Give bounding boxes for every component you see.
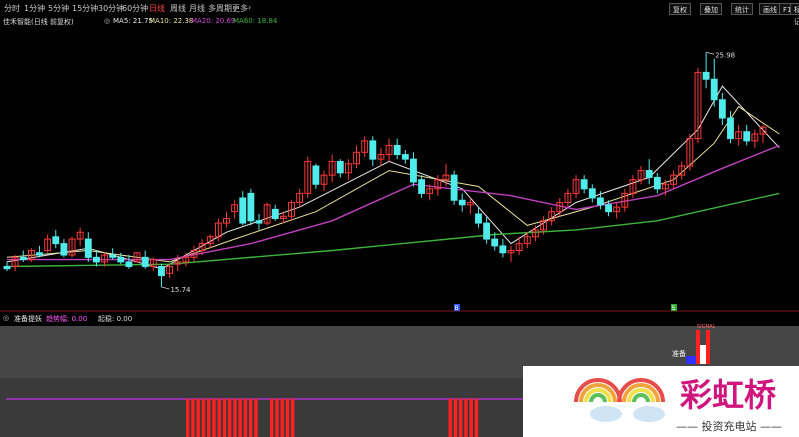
indicator-bar — [238, 398, 242, 437]
ma-line-ma5 — [6, 85, 780, 270]
indicator-bar — [285, 398, 290, 437]
candle-body — [743, 131, 751, 142]
low-label: 15.74 — [170, 286, 191, 294]
indicator-bar — [464, 398, 468, 437]
signal-bar — [706, 330, 710, 364]
candle-body — [3, 265, 11, 270]
candle-body — [410, 158, 417, 183]
indicator-bar — [207, 398, 211, 437]
candle-body — [588, 188, 596, 199]
indicator-bar — [474, 398, 479, 437]
watermark-text: 彩虹桥 — [680, 376, 777, 414]
indicator-bar — [249, 398, 253, 437]
high-label: 25.98 — [715, 51, 735, 59]
signal-bar — [696, 330, 700, 364]
indicator-bar — [243, 398, 248, 437]
candle-body — [645, 170, 653, 178]
candle-body — [401, 154, 409, 160]
indicator-bar — [191, 398, 195, 437]
candle-body — [653, 176, 661, 190]
indicator-bar — [212, 398, 216, 437]
indicator-bar — [448, 398, 452, 437]
candle-body — [141, 256, 149, 267]
indicator-bar — [201, 398, 206, 437]
indicator-value-0: 趋势幅: 0.00 — [46, 315, 88, 323]
candle-body — [92, 256, 100, 263]
candle-body — [418, 179, 426, 194]
candle-body — [125, 261, 133, 267]
indicator-bar — [459, 398, 463, 437]
candle-body — [271, 208, 279, 220]
indicator-bar — [275, 398, 279, 437]
candle-body — [596, 197, 604, 206]
candle-body — [109, 254, 117, 258]
low-pointer — [161, 286, 170, 290]
indicator-bar — [233, 398, 237, 437]
candle-body — [60, 243, 68, 256]
candle-body — [117, 256, 125, 263]
high-pointer — [705, 51, 715, 55]
indicator-bar — [469, 398, 473, 437]
signal-bar — [686, 356, 696, 364]
candle-body — [336, 160, 344, 174]
candle-body — [475, 213, 482, 224]
indicator-bar — [254, 398, 258, 437]
indicator-bar — [186, 398, 190, 437]
watermark-subtext: —— 投资充电站 —— — [676, 420, 782, 433]
candle-body — [450, 174, 458, 201]
candle-body — [369, 140, 377, 160]
candle-body — [84, 238, 92, 258]
signal-label: 准备 — [672, 349, 686, 358]
candle-body — [247, 192, 255, 222]
candle-body — [19, 256, 27, 261]
indicator-bar — [291, 398, 295, 437]
candle-body — [605, 204, 612, 213]
indicator-bar — [222, 398, 227, 437]
event-marker: B — [455, 305, 459, 312]
signal-bar — [700, 345, 706, 364]
indicator-bar — [270, 398, 274, 437]
indicator-bar — [453, 398, 458, 437]
candle-body — [718, 99, 726, 119]
candle-body — [158, 265, 165, 277]
candle-body — [702, 71, 710, 80]
candle-body — [393, 144, 401, 156]
candle-body — [458, 199, 466, 206]
indicator-bar — [228, 398, 232, 437]
candle-body — [255, 220, 263, 224]
candle-body — [483, 222, 491, 240]
candle-body — [710, 78, 718, 101]
candle-body — [727, 117, 734, 140]
candle-body — [239, 197, 247, 224]
candle-body — [580, 179, 588, 190]
candle-body — [36, 252, 43, 256]
candle-body — [491, 238, 499, 247]
indicator-bar — [217, 398, 221, 437]
indicator-title: 准备提妖 — [14, 315, 42, 323]
candle-body — [52, 236, 60, 245]
indicator-value-1: 起稳: 0.00 — [98, 315, 133, 323]
candle-body — [312, 165, 320, 185]
indicator-icon[interactable]: ◎ — [3, 314, 9, 322]
signal-top-label: SIGNAL — [697, 324, 716, 330]
event-marker: S — [672, 305, 676, 312]
candle-body — [499, 245, 507, 254]
indicator-bar — [196, 398, 200, 437]
indicator-bar — [280, 398, 284, 437]
